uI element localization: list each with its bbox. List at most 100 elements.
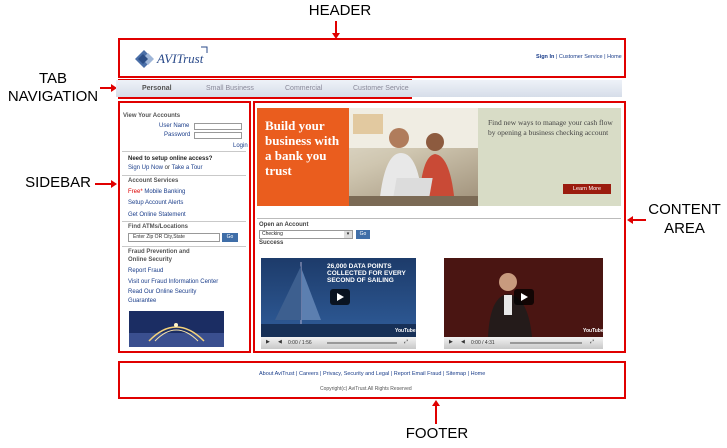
footer-region-box xyxy=(118,361,626,399)
security-guarantee-link-line2[interactable]: Guarantee xyxy=(128,298,156,304)
footer-copyright: Copyright(c) AviTrust.All Rights Reserve… xyxy=(320,386,412,392)
video-2-progress-track[interactable] xyxy=(510,342,582,344)
header-annotation: HEADER xyxy=(308,2,372,19)
find-atms-heading: Find ATMs/Locations xyxy=(128,224,188,230)
sidebar-annotation: SIDEBAR xyxy=(25,174,91,191)
content-area-annotation-line2: AREA xyxy=(664,220,705,237)
view-accounts-heading: View Your Accounts xyxy=(123,113,181,119)
video-1-caption-line3: SECOND OF SAILING xyxy=(327,277,394,284)
video-2-time: 0:00 / 4:31 xyxy=(471,340,495,346)
video-2-youtube-logo[interactable]: YouTube xyxy=(583,328,604,334)
success-label: Success xyxy=(259,240,284,246)
zip-city-input[interactable]: Enter Zip OR City,State xyxy=(128,233,220,242)
hero-banner-left[interactable]: Build your business with a bank you trus… xyxy=(257,108,349,206)
fraud-heading-line2: Online Security xyxy=(128,257,173,263)
password-input[interactable] xyxy=(194,132,242,139)
login-link[interactable]: Login xyxy=(233,143,248,149)
account-services-heading: Account Services xyxy=(128,178,179,184)
footer-pointer-line xyxy=(435,404,437,424)
footer-link-home[interactable]: Home xyxy=(471,371,486,377)
customer-service-link[interactable]: Customer Service xyxy=(559,54,603,60)
video-1-youtube-logo[interactable]: YouTube xyxy=(395,328,416,334)
video-1-progress-track[interactable] xyxy=(327,342,397,344)
user-name-input[interactable] xyxy=(194,123,242,130)
mobile-banking-link[interactable]: Mobile Banking xyxy=(143,189,185,195)
video-player-2[interactable]: YouTube xyxy=(444,258,604,337)
hero-photo xyxy=(349,108,478,206)
free-badge: Free* xyxy=(128,189,143,195)
video-1-time: 0:00 / 1:56 xyxy=(288,340,312,346)
video-2-volume-icon[interactable]: ◀ xyxy=(461,339,465,345)
footer-link-about[interactable]: About AviTrust xyxy=(259,371,294,377)
tab-navigation-annotation-line1: TAB xyxy=(38,70,68,87)
atm-go-button[interactable]: Go xyxy=(222,233,238,242)
tab-navigation-annotation: TAB NAVIGATION xyxy=(2,70,104,106)
open-account-go-button[interactable]: Go xyxy=(356,230,370,239)
content-area-annotation-line1: CONTENT xyxy=(648,201,721,218)
video-1-play-icon[interactable] xyxy=(330,289,350,305)
video-1-caption: 26,000 DATA POINTS COLLECTED FOR EVERY S… xyxy=(327,263,406,284)
sidebar-pointer-arrow xyxy=(111,180,117,188)
video-2-controls: ▶ ◀ 0:00 / 4:31 ⤢ xyxy=(444,337,603,349)
account-type-select[interactable]: Checking ▾ xyxy=(259,230,353,239)
need-access-text: Need to setup online access? xyxy=(128,156,213,162)
footer-links: About AviTrust | Careers | Privacy, Secu… xyxy=(259,371,486,377)
sidebar-divider-3 xyxy=(122,221,246,222)
select-arrow-icon: ▾ xyxy=(344,231,352,238)
video-1-controls: ▶ ◀ 0:00 / 1:56 ⤢ xyxy=(261,337,416,349)
setup-alerts-link[interactable]: Setup Account Alerts xyxy=(128,200,183,206)
video-1-play-button-icon[interactable]: ▶ xyxy=(266,339,270,345)
footer-link-careers[interactable]: Careers xyxy=(299,371,319,377)
online-statement-link[interactable]: Get Online Statement xyxy=(128,212,186,218)
content-divider xyxy=(257,218,621,219)
sidebar-promo-image[interactable] xyxy=(129,311,224,347)
content-pointer-arrow xyxy=(627,216,633,224)
footer-pointer-arrow xyxy=(432,400,440,406)
header-pointer-arrow xyxy=(332,33,340,39)
sidebar-divider-4 xyxy=(122,246,246,247)
fraud-heading-line1: Fraud Prevention and xyxy=(128,249,190,255)
report-fraud-link[interactable]: Report Fraud xyxy=(128,268,163,274)
sign-up-now-link[interactable]: Sign Up Now xyxy=(128,165,163,171)
or-text: or xyxy=(163,165,172,171)
open-account-label: Open an Account xyxy=(259,222,309,228)
sidebar-divider-2 xyxy=(122,175,246,176)
fraud-center-link[interactable]: Visit our Fraud Information Center xyxy=(128,279,218,285)
video-2-play-button-icon[interactable]: ▶ xyxy=(449,339,453,345)
hero-left-text: Build your business with a bank you trus… xyxy=(265,118,340,178)
tab-navigation-annotation-line2: NAVIGATION xyxy=(7,88,99,105)
tab-personal[interactable]: Personal xyxy=(142,85,172,92)
sidebar-pointer-line xyxy=(95,183,112,185)
mobile-banking-line[interactable]: Free* Mobile Banking xyxy=(128,189,185,195)
security-guarantee-link-line1[interactable]: Read Our Online Security xyxy=(128,289,196,295)
video-1-caption-line2: COLLECTED FOR EVERY xyxy=(327,270,406,277)
content-area-annotation: CONTENT AREA xyxy=(642,200,727,238)
annotated-screenshot: HEADER TAB NAVIGATION SIDEBAR CONTENT AR… xyxy=(0,0,727,448)
user-name-label: User Name xyxy=(159,123,190,129)
tab-small-business[interactable]: Small Business xyxy=(206,85,254,92)
video-2-play-icon[interactable] xyxy=(514,289,534,305)
video-1-fullscreen-icon[interactable]: ⤢ xyxy=(404,339,408,345)
learn-more-button[interactable]: Learn More xyxy=(563,184,611,194)
signup-tour-line: Sign Up Now or Take a Tour xyxy=(128,165,203,171)
tab-commercial[interactable]: Commercial xyxy=(285,85,322,92)
footer-link-report-fraud[interactable]: Report Email Fraud xyxy=(394,371,442,377)
footer-annotation: FOOTER xyxy=(405,425,469,442)
account-type-value: Checking xyxy=(262,231,283,237)
home-link[interactable]: Home xyxy=(607,54,622,60)
sign-in-link[interactable]: Sign In xyxy=(536,54,554,60)
hero-right-text: Find new ways to manage your cash flow b… xyxy=(488,118,613,137)
logo-text: AVITrust xyxy=(157,51,204,66)
video-player-1[interactable]: 26,000 DATA POINTS COLLECTED FOR EVERY S… xyxy=(261,258,416,337)
footer-link-privacy[interactable]: Privacy, Security and Legal xyxy=(323,371,389,377)
video-1-volume-icon[interactable]: ◀ xyxy=(278,339,282,345)
tab-customer-service[interactable]: Customer Service xyxy=(353,85,409,92)
header-links: Sign In | Customer Service | Home xyxy=(536,54,622,60)
footer-link-sitemap[interactable]: Sitemap xyxy=(446,371,466,377)
video-1-caption-line1: 26,000 DATA POINTS xyxy=(327,263,392,270)
take-a-tour-link[interactable]: Take a Tour xyxy=(172,165,203,171)
video-2-fullscreen-icon[interactable]: ⤢ xyxy=(590,339,594,345)
content-pointer-line xyxy=(632,219,646,221)
couple-with-laptop-image xyxy=(349,108,478,206)
password-label: Password xyxy=(164,132,191,138)
